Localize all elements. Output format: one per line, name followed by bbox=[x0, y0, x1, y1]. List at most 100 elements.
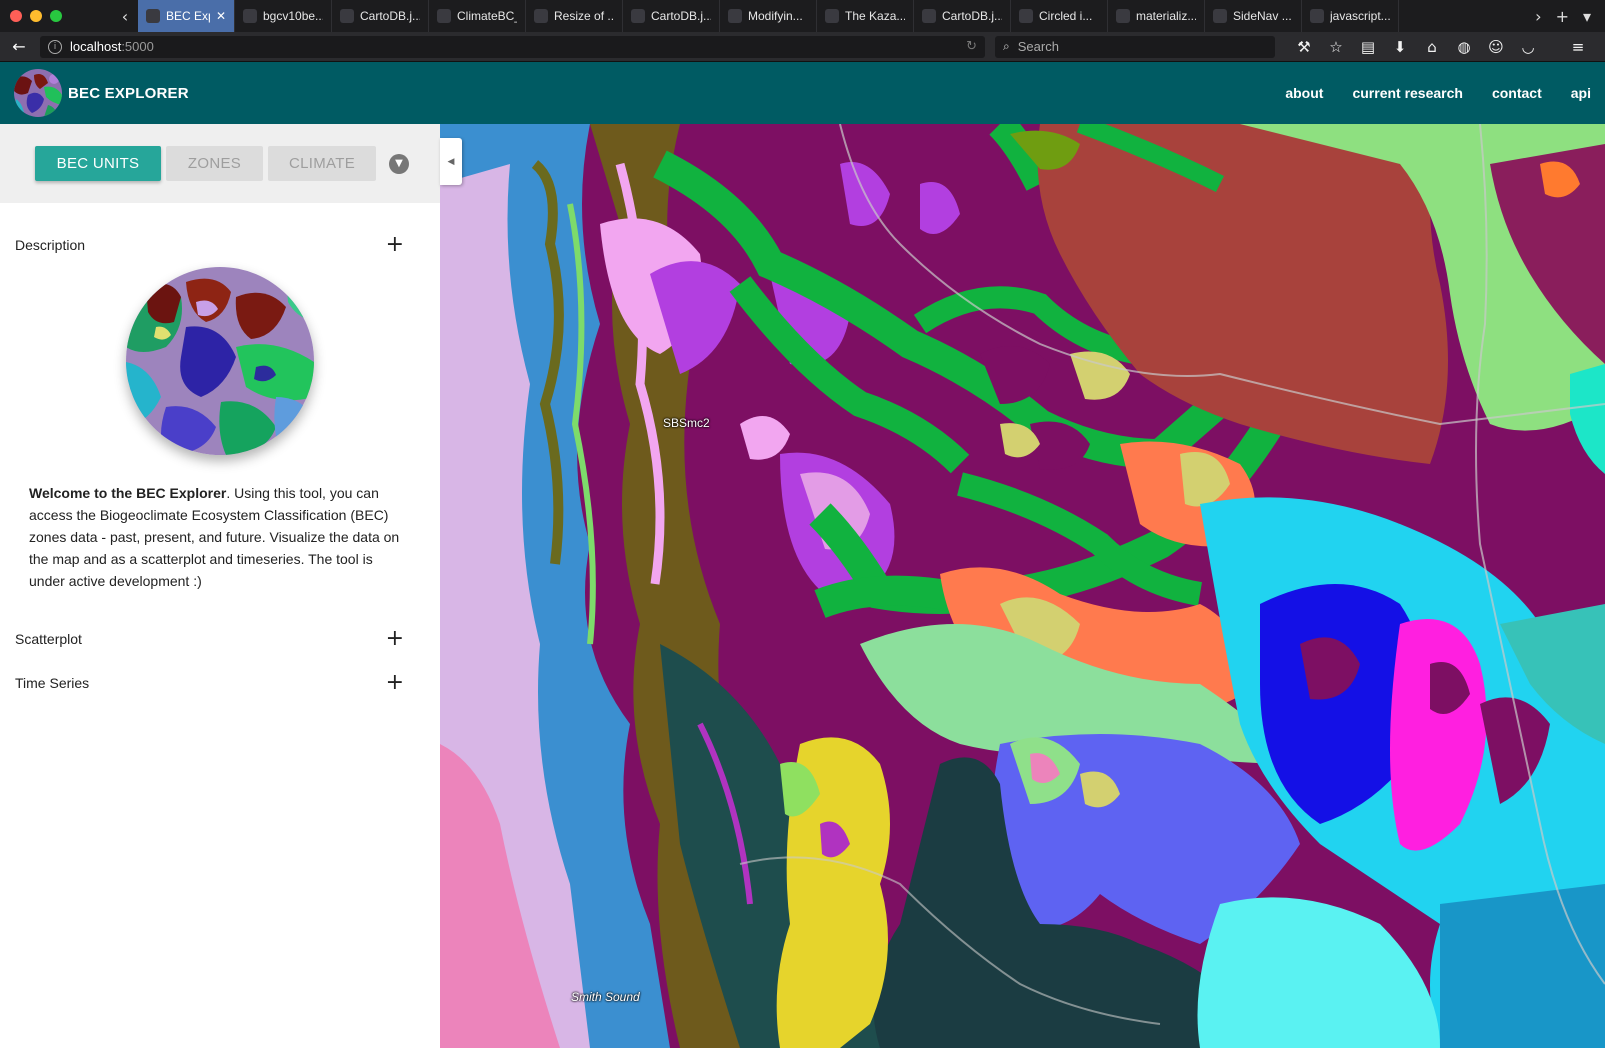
browser-tab[interactable]: CartoDB.j... bbox=[914, 0, 1011, 32]
description-section-header[interactable]: Description + bbox=[0, 223, 440, 267]
back-arrow-icon[interactable]: ← bbox=[8, 37, 30, 56]
sidebar: BEC UNITS ZONES CLIMATE ▼ Description + … bbox=[0, 124, 440, 1048]
mode-button-row: BEC UNITS ZONES CLIMATE ▼ bbox=[0, 124, 440, 203]
home-icon[interactable]: ⌂ bbox=[1423, 38, 1441, 56]
dropdown-arrow-icon[interactable]: ▼ bbox=[389, 153, 409, 174]
nav-current-research[interactable]: current research bbox=[1352, 85, 1463, 101]
browser-toolbar: ⚒ ☆ ▤ ⬇ ⌂ ◍ ☺ ◡ ≡ bbox=[1295, 38, 1587, 56]
browser-tab[interactable]: Modifyin... bbox=[720, 0, 817, 32]
expand-plus-icon[interactable]: + bbox=[386, 234, 404, 256]
tab-scroll-right-icon[interactable]: › bbox=[1535, 7, 1541, 26]
tab-label: Modifyin... bbox=[748, 9, 803, 23]
app-header: BEC EXPLORER about current research cont… bbox=[0, 62, 1605, 124]
welcome-bold: Welcome to the BEC Explorer bbox=[29, 485, 227, 501]
tab-label: CartoDB.j... bbox=[651, 9, 711, 23]
browser-tab-bar: ‹ BEC Explo... ✕ bgcv10be... CartoDB.j... Cl… bbox=[0, 0, 1605, 32]
header-nav: about current research contact api bbox=[1285, 85, 1591, 101]
tab-label: SideNav ... bbox=[1233, 9, 1292, 23]
tab-favicon-icon bbox=[825, 9, 839, 23]
tab-bar-tools: › + ▾ bbox=[1529, 0, 1605, 32]
description-title: Description bbox=[15, 237, 86, 253]
map-unit-label[interactable]: SBSmc2 bbox=[663, 416, 710, 430]
pocket-icon[interactable]: ◡ bbox=[1519, 38, 1537, 56]
new-tab-icon[interactable]: + bbox=[1556, 7, 1569, 26]
time-series-section-header[interactable]: Time Series + bbox=[0, 661, 440, 705]
tab-list-icon[interactable]: ▾ bbox=[1583, 7, 1591, 26]
tab-favicon-icon bbox=[534, 9, 548, 23]
window-controls bbox=[0, 0, 112, 32]
browser-tab[interactable]: CartoDB.j... bbox=[623, 0, 720, 32]
browser-tab[interactable]: bgcv10be... bbox=[235, 0, 332, 32]
tab-label: materializ... bbox=[1136, 9, 1196, 23]
tab-favicon-icon bbox=[1116, 9, 1130, 23]
info-icon[interactable]: i bbox=[48, 39, 62, 54]
tab-favicon-icon bbox=[340, 9, 354, 23]
tab-favicon-icon bbox=[1310, 9, 1324, 23]
reload-icon[interactable]: ↻ bbox=[966, 39, 977, 54]
expand-plus-icon[interactable]: + bbox=[386, 672, 404, 694]
search-placeholder: Search bbox=[1017, 39, 1059, 54]
tab-favicon-icon bbox=[1019, 9, 1033, 23]
tab-favicon-icon bbox=[243, 9, 257, 23]
map-place-label: Smith Sound bbox=[571, 990, 640, 1004]
browser-search-input[interactable]: ⌕ Search bbox=[995, 35, 1275, 58]
tab-favicon-icon bbox=[146, 9, 160, 23]
smiley-icon[interactable]: ☺ bbox=[1487, 38, 1505, 56]
collapse-sidebar-button[interactable]: ◀ bbox=[440, 138, 462, 185]
brand-logo[interactable] bbox=[14, 69, 62, 117]
download-icon[interactable]: ⬇ bbox=[1391, 38, 1409, 56]
bec-units-button[interactable]: BEC UNITS bbox=[35, 146, 161, 181]
tab-label: BEC Explo... bbox=[166, 9, 210, 23]
browser-tab[interactable]: BEC Explo... ✕ bbox=[138, 0, 235, 32]
time-series-title: Time Series bbox=[15, 675, 90, 691]
tab-favicon-icon bbox=[922, 9, 936, 23]
tab-label: Circled i... bbox=[1039, 9, 1093, 23]
scatterplot-section-header[interactable]: Scatterplot + bbox=[0, 617, 440, 661]
tab-label: javascript... bbox=[1330, 9, 1390, 23]
hamburger-menu-icon[interactable]: ≡ bbox=[1569, 38, 1587, 56]
browser-tab[interactable]: CartoDB.j... bbox=[332, 0, 429, 32]
browser-tab[interactable]: The Kaza... bbox=[817, 0, 914, 32]
climate-button[interactable]: CLIMATE bbox=[268, 146, 376, 181]
maximize-window-button[interactable] bbox=[50, 10, 62, 22]
welcome-paragraph: Welcome to the BEC Explorer. Using this … bbox=[0, 482, 440, 592]
tab-label: Resize of ... bbox=[554, 9, 614, 23]
globe-icon[interactable]: ◍ bbox=[1455, 38, 1473, 56]
url-port: :5000 bbox=[121, 39, 154, 54]
tab-favicon-icon bbox=[1213, 9, 1227, 23]
bookmark-star-icon[interactable]: ☆ bbox=[1327, 38, 1345, 56]
browser-tab[interactable]: SideNav ... bbox=[1205, 0, 1302, 32]
browser-tab[interactable]: Circled i... bbox=[1011, 0, 1108, 32]
zones-button[interactable]: ZONES bbox=[166, 146, 263, 181]
bec-map-circle-image bbox=[126, 267, 314, 455]
nav-api[interactable]: api bbox=[1571, 85, 1591, 101]
close-window-button[interactable] bbox=[10, 10, 22, 22]
browser-tab[interactable]: javascript... bbox=[1302, 0, 1399, 32]
browser-tab[interactable]: materializ... bbox=[1108, 0, 1205, 32]
tab-label: The Kaza... bbox=[845, 9, 905, 23]
bec-zone-map[interactable]: SBSmc2 Smith Sound bbox=[440, 124, 1605, 1048]
tab-label: CartoDB.j... bbox=[360, 9, 420, 23]
tab-label: bgcv10be... bbox=[263, 9, 323, 23]
minimize-window-button[interactable] bbox=[30, 10, 42, 22]
wrench-icon[interactable]: ⚒ bbox=[1295, 38, 1313, 56]
tab-favicon-icon bbox=[437, 9, 451, 23]
browser-tab[interactable]: ClimateBC_H... bbox=[429, 0, 526, 32]
map-polygons bbox=[440, 124, 1605, 1048]
browser-tab[interactable]: Resize of ... bbox=[526, 0, 623, 32]
tab-close-icon[interactable]: ✕ bbox=[216, 9, 226, 23]
nav-about[interactable]: about bbox=[1285, 85, 1323, 101]
tab-scroll-left-icon[interactable]: ‹ bbox=[112, 0, 138, 32]
tab-strip: BEC Explo... ✕ bgcv10be... CartoDB.j... Clim… bbox=[138, 0, 1529, 32]
url-input[interactable]: i localhost:5000 ↻ bbox=[40, 35, 985, 58]
tab-label: CartoDB.j... bbox=[942, 9, 1002, 23]
reading-list-icon[interactable]: ▤ bbox=[1359, 38, 1377, 56]
tab-favicon-icon bbox=[728, 9, 742, 23]
tab-favicon-icon bbox=[631, 9, 645, 23]
url-host: localhost bbox=[70, 39, 122, 54]
app-title[interactable]: BEC EXPLORER bbox=[68, 85, 189, 102]
scatterplot-title: Scatterplot bbox=[15, 631, 82, 647]
expand-plus-icon[interactable]: + bbox=[386, 628, 404, 650]
nav-contact[interactable]: contact bbox=[1492, 85, 1542, 101]
search-icon: ⌕ bbox=[1003, 39, 1010, 53]
